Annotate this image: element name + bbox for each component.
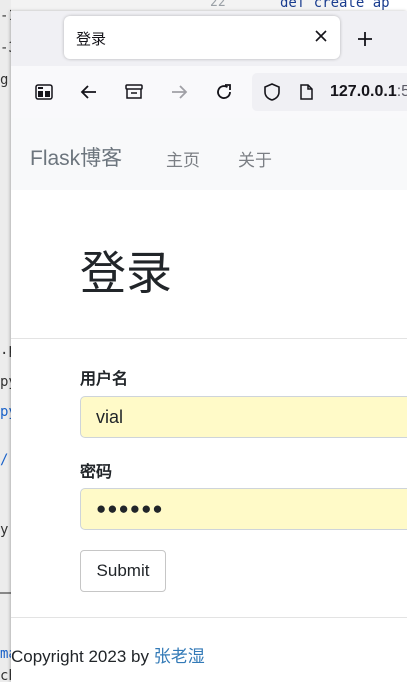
url-bar[interactable]: 127.0.0.1:5 [252, 73, 407, 111]
nav-link-about[interactable]: 关于 [238, 146, 272, 171]
editor-file-fragment: / [0, 452, 9, 468]
editor-file-fragment: ch [0, 668, 11, 682]
tab-title: 登录 [76, 31, 107, 48]
footer-author-link[interactable]: 张老湿 [154, 647, 205, 666]
url-host: 127.0.0.1 [330, 83, 397, 100]
site-brand[interactable]: Flask博客 [30, 142, 122, 172]
site-navbar: Flask博客 主页 关于 [11, 118, 407, 190]
submit-button[interactable]: Submit [80, 550, 166, 592]
url-text[interactable]: 127.0.0.1:5 [330, 83, 407, 101]
editor-file-fragment: y [0, 522, 9, 538]
password-label: 密码 [80, 464, 113, 481]
footer-divider [11, 617, 407, 618]
password-mask: ●●●●●● [96, 499, 164, 518]
tab-login[interactable]: 登录 [64, 16, 340, 59]
sidebar-icon[interactable] [30, 78, 58, 106]
shield-icon[interactable] [258, 78, 286, 106]
editor-file-fragment: -1 [0, 8, 11, 24]
url-port: :5 [396, 83, 407, 100]
navigation-toolbar: 127.0.0.1:5 [11, 66, 407, 118]
web-page: Flask博客 主页 关于 登录 用户名 密码 ●●●●●● Submit Co… [11, 118, 407, 682]
forward-arrow-icon[interactable] [165, 78, 193, 106]
close-icon[interactable] [310, 25, 332, 47]
editor-divider [0, 592, 11, 594]
screen: 22 def create ap -1 -3 g .p py py / y ma ch 登录 [0, 0, 407, 682]
editor-file-fragment: .p [0, 342, 11, 358]
username-field[interactable] [80, 396, 407, 438]
save-to-pocket-icon[interactable] [120, 78, 148, 106]
page-title: 登录 [80, 247, 172, 299]
back-arrow-icon[interactable] [75, 78, 103, 106]
editor-file-fragment: -3 [0, 40, 11, 56]
editor-line-number: 22 [210, 0, 226, 10]
divider [11, 338, 407, 339]
plus-icon[interactable] [353, 27, 377, 51]
username-label: 用户名 [80, 371, 129, 388]
editor-file-fragment: ma [0, 646, 11, 662]
nav-link-home[interactable]: 主页 [166, 146, 200, 171]
editor-code-line: def create ap [280, 0, 390, 11]
page-icon[interactable] [292, 78, 320, 106]
editor-file-fragment: g [0, 72, 9, 88]
editor-left-strip: -1 -3 g .p py py / y ma ch [0, 0, 11, 682]
editor-file-fragment: py [0, 374, 11, 390]
footer-copyright: Copyright 2023 by [11, 647, 154, 666]
editor-file-fragment: py [0, 404, 11, 420]
reload-icon[interactable] [210, 78, 238, 106]
browser-window: 登录 127.0.0.1:5 Flask博客 主页 关于 登录 用户名 vial… [11, 11, 407, 682]
site-footer: Copyright 2023 by 张老湿 [11, 642, 205, 667]
tab-strip: 登录 [11, 11, 407, 66]
password-field[interactable]: ●●●●●● [80, 488, 407, 530]
